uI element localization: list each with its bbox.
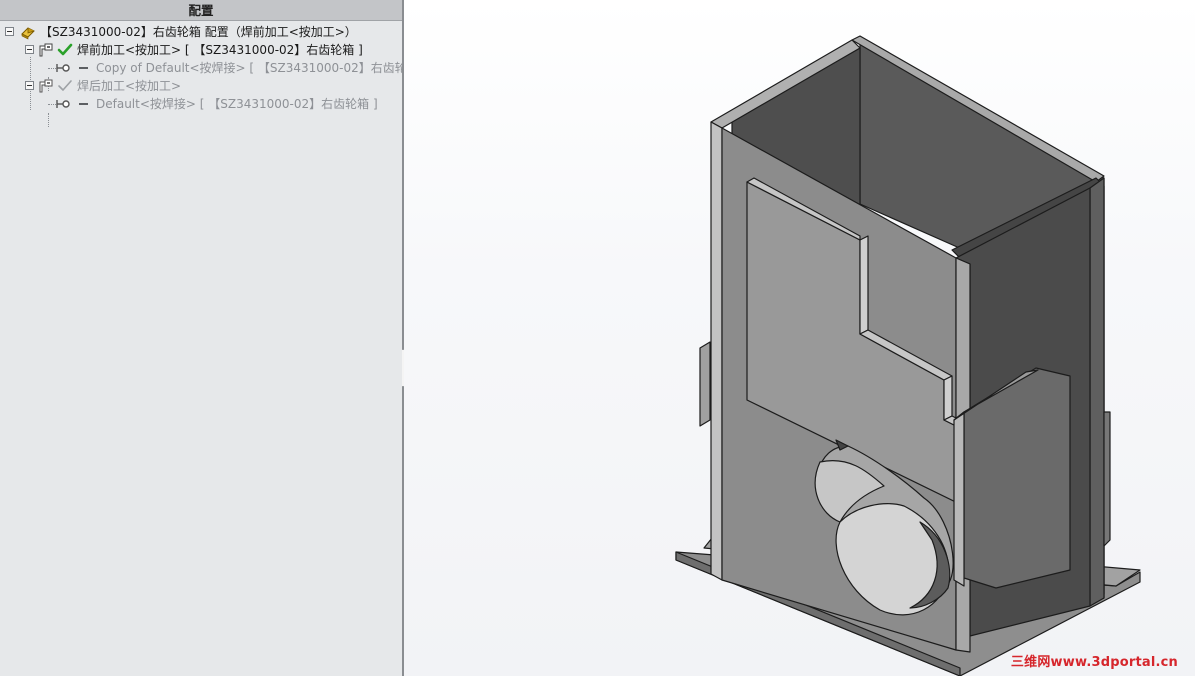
tree-root-item[interactable]: 【SZ3431000-02】右齿轮箱 配置（焊前加工<按加工>） bbox=[0, 23, 402, 41]
collapse-icon[interactable] bbox=[5, 27, 14, 36]
configuration-icon bbox=[39, 79, 53, 93]
panel-title: 配置 bbox=[0, 0, 402, 21]
tree-item-config-default[interactable]: Default<按焊接> [ 【SZ3431000-02】右齿轮箱 ] bbox=[0, 95, 402, 113]
active-check-icon bbox=[57, 43, 73, 56]
collapse-icon[interactable] bbox=[25, 45, 34, 54]
part-configurations-icon bbox=[21, 27, 35, 40]
tree-item-config-copy-of-default[interactable]: Copy of Default<按焊接> [ 【SZ3431000-02】右齿轮… bbox=[0, 59, 402, 77]
configuration-icon bbox=[39, 43, 53, 57]
tree-root-label: 【SZ3431000-02】右齿轮箱 配置（焊前加工<按加工>） bbox=[40, 25, 357, 39]
tree-item-label: 焊后加工<按加工> bbox=[77, 79, 182, 93]
inactive-check-icon bbox=[58, 80, 72, 91]
tree-item-config-post-weld[interactable]: 焊后加工<按加工> bbox=[0, 77, 402, 95]
derived-configuration-icon bbox=[56, 64, 70, 72]
tree-item-config-pre-weld[interactable]: 焊前加工<按加工> [ 【SZ3431000-02】右齿轮箱 ] bbox=[0, 41, 402, 59]
derived-configuration-icon bbox=[56, 100, 70, 108]
configuration-panel: 配置 【SZ3431000-02】右齿轮箱 配置（焊前加工<按加工>） 焊前加工… bbox=[0, 0, 404, 676]
graphics-viewport[interactable]: 三维网www.3dportal.cn bbox=[404, 0, 1195, 676]
watermark-text: 三维网www.3dportal.cn bbox=[1010, 655, 1178, 670]
tree-item-label: 焊前加工<按加工> [ 【SZ3431000-02】右齿轮箱 ] bbox=[77, 43, 363, 57]
collapse-icon[interactable] bbox=[25, 81, 34, 90]
tree-item-label: Copy of Default<按焊接> [ 【SZ3431000-02】右齿轮… bbox=[96, 61, 402, 75]
dash-icon bbox=[79, 67, 88, 69]
gearbox-3d-model[interactable] bbox=[404, 0, 1195, 676]
tree-item-label: Default<按焊接> [ 【SZ3431000-02】右齿轮箱 ] bbox=[96, 97, 378, 111]
dash-icon bbox=[79, 103, 88, 105]
